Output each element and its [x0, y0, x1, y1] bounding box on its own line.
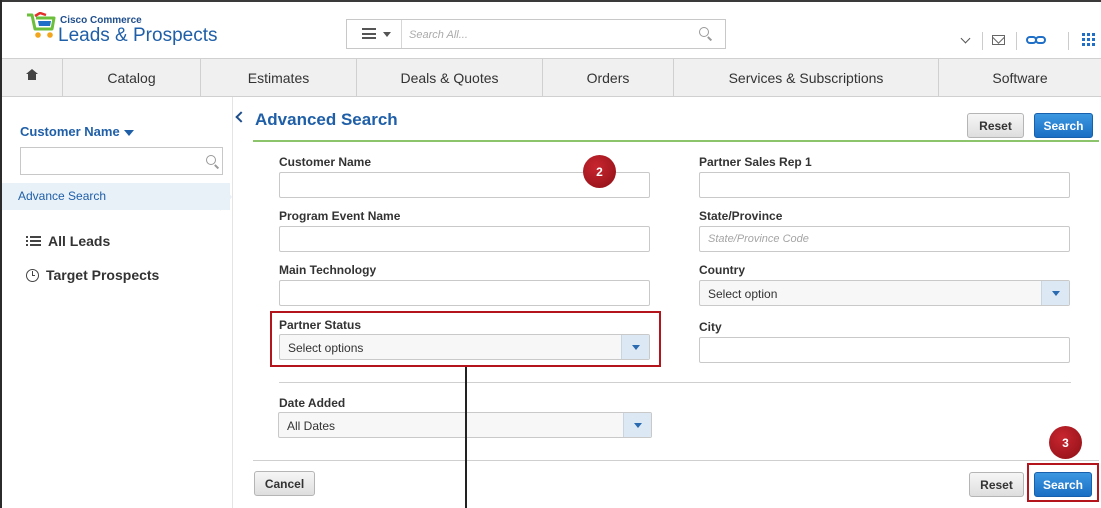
city-input[interactable]: [700, 338, 1069, 362]
home-icon: [26, 69, 38, 82]
header-divider: [1068, 32, 1069, 50]
nav-catalog[interactable]: Catalog: [63, 59, 201, 96]
sidebar-item-all-leads[interactable]: All Leads: [26, 233, 110, 249]
sidebar-item-target-prospects[interactable]: Target Prospects: [26, 267, 159, 283]
list-icon: [26, 235, 42, 247]
date-added-label: Date Added: [279, 396, 346, 410]
customer-name-label: Customer Name: [279, 155, 372, 169]
sidebar: Customer Name Advance Search All Leads T…: [2, 97, 233, 508]
state-province-input[interactable]: [700, 227, 1069, 251]
search-icon[interactable]: [206, 155, 216, 165]
state-province-field[interactable]: [699, 226, 1070, 252]
app-window: Cisco Commerce Leads & Prospects Search …: [0, 0, 1101, 508]
dropdown-arrow-icon[interactable]: [1041, 281, 1069, 305]
main-technology-field[interactable]: [279, 280, 650, 306]
nav-services-subscriptions[interactable]: Services & Subscriptions: [674, 59, 939, 96]
country-select[interactable]: Select option: [699, 280, 1070, 306]
sidebar-item-label: All Leads: [48, 233, 111, 249]
link-icon[interactable]: [1026, 36, 1048, 45]
caret-down-icon: [383, 32, 391, 37]
clock-icon: [26, 268, 39, 282]
global-search-input[interactable]: [409, 26, 689, 43]
title-divider: [253, 140, 1099, 142]
caret-down-icon: [123, 129, 134, 136]
partner-sales-rep-input[interactable]: [700, 173, 1069, 197]
state-province-label: State/Province: [699, 209, 783, 223]
search-scope-menu[interactable]: [347, 20, 402, 48]
reset-button-top[interactable]: Reset: [967, 113, 1024, 138]
program-event-name-field[interactable]: [279, 226, 650, 252]
section-divider: [279, 382, 1071, 383]
chevron-down-icon[interactable]: [960, 33, 971, 44]
header-divider: [982, 32, 983, 50]
cancel-button[interactable]: Cancel: [254, 471, 315, 496]
reset-button-bottom[interactable]: Reset: [969, 472, 1024, 497]
step-3-callout: 3: [1049, 426, 1082, 459]
sidebar-search: [20, 147, 223, 175]
sidebar-item-label: Target Prospects: [46, 267, 160, 283]
sidebar-item-advance-search[interactable]: Advance Search: [2, 183, 230, 210]
mail-icon[interactable]: [992, 35, 1005, 45]
page-title: Advanced Search: [255, 110, 398, 129]
sidebar-filter-dropdown[interactable]: Customer Name: [20, 124, 134, 139]
annotation-leader-line: [465, 367, 467, 508]
sidebar-filter-label: Customer Name: [20, 124, 120, 139]
country-value: Select option: [708, 287, 778, 301]
partner-sales-rep-label: Partner Sales Rep 1: [699, 155, 812, 169]
main-technology-label: Main Technology: [279, 263, 377, 277]
highlight-partner-status: [270, 311, 661, 367]
nav-estimates[interactable]: Estimates: [201, 59, 357, 96]
date-added-value: All Dates: [287, 419, 336, 433]
main-technology-input[interactable]: [280, 281, 649, 305]
active-item-pointer: [220, 183, 232, 211]
nav-deals-quotes[interactable]: Deals & Quotes: [357, 59, 543, 96]
sidebar-search-input[interactable]: [25, 152, 195, 170]
apps-grid-icon[interactable]: [1082, 33, 1095, 46]
search-icon[interactable]: [699, 27, 709, 37]
nav-orders[interactable]: Orders: [543, 59, 674, 96]
cart-logo-icon: [27, 12, 56, 38]
step-2-callout: 2: [583, 155, 616, 188]
app-title[interactable]: Leads & Prospects: [58, 25, 217, 47]
city-label: City: [699, 320, 722, 334]
menu-icon: [362, 28, 376, 39]
search-button-top[interactable]: Search: [1034, 113, 1093, 138]
country-label: Country: [699, 263, 745, 277]
footer-divider: [253, 460, 1099, 461]
highlight-search-button: [1027, 463, 1099, 502]
city-field[interactable]: [699, 337, 1070, 363]
program-event-name-input[interactable]: [280, 227, 649, 251]
global-search: [346, 19, 726, 49]
main-nav: Catalog Estimates Deals & Quotes Orders …: [2, 58, 1101, 97]
nav-home[interactable]: [2, 59, 63, 96]
program-event-name-label: Program Event Name: [279, 209, 401, 223]
app-header: Cisco Commerce Leads & Prospects: [2, 2, 1101, 56]
collapse-sidebar-icon[interactable]: [234, 110, 244, 124]
partner-sales-rep-field[interactable]: [699, 172, 1070, 198]
nav-software[interactable]: Software: [939, 59, 1101, 96]
header-divider: [1016, 32, 1017, 50]
dropdown-arrow-icon[interactable]: [623, 413, 651, 437]
